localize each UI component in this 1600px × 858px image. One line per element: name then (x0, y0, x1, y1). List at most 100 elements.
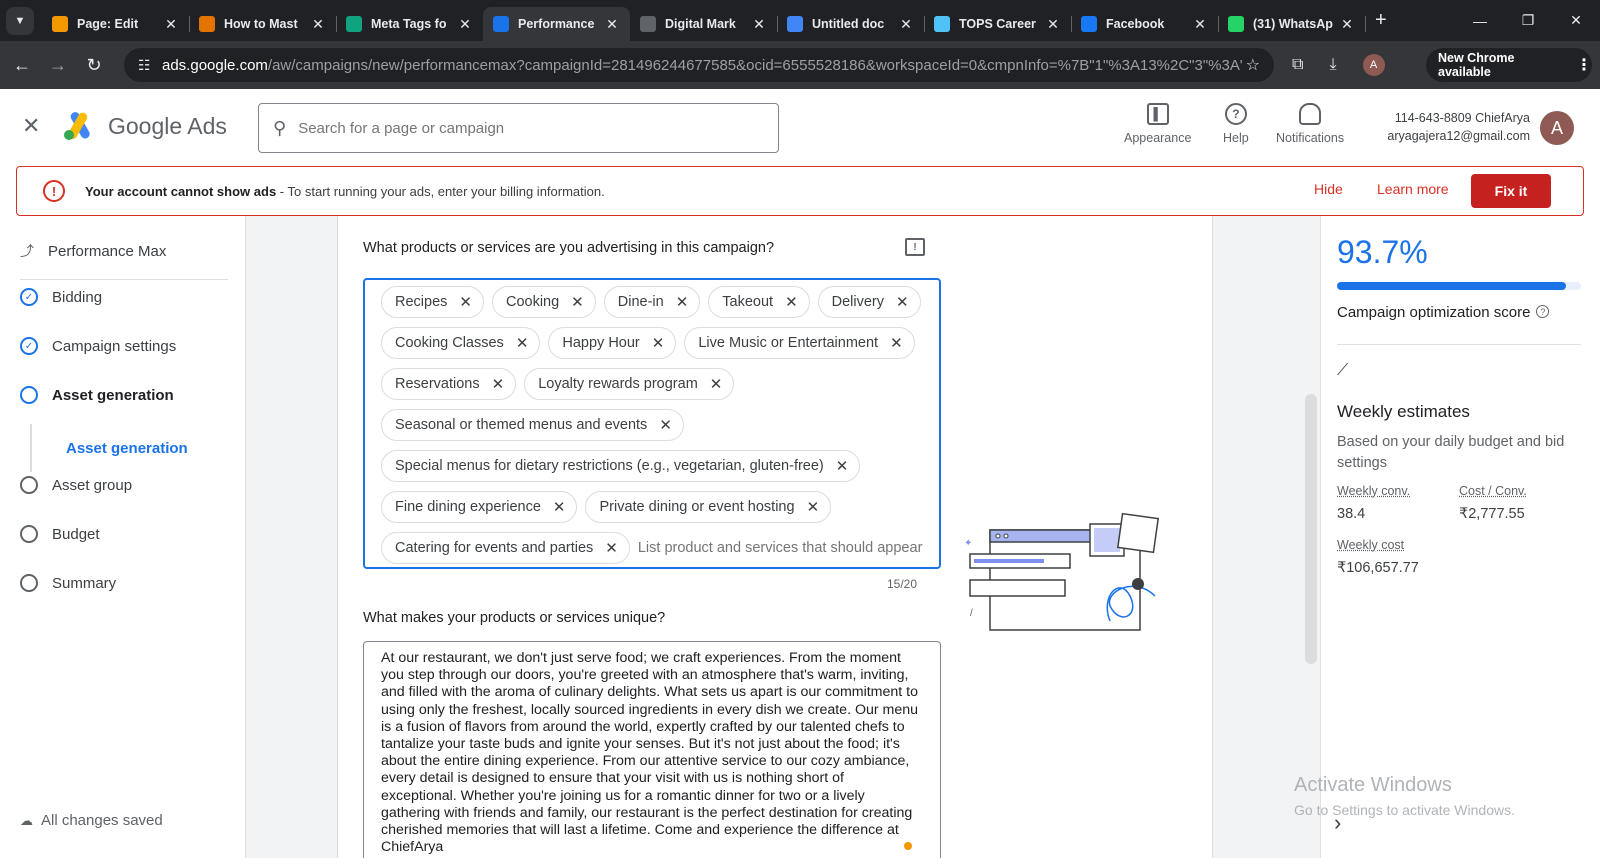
feedback-icon[interactable]: ! (905, 238, 925, 256)
campaign-type[interactable]: ⤴ Performance Max (20, 241, 166, 261)
restore-button[interactable]: ❐ (1504, 0, 1552, 41)
content-scrollbar[interactable] (1305, 394, 1317, 664)
chrome-update-button[interactable]: New Chrome available ⋮ (1426, 48, 1592, 82)
browser-tab[interactable]: Page: Edit ✕ (42, 7, 190, 41)
download-icon[interactable]: ⤓ (1329, 56, 1336, 74)
forward-button[interactable]: → (40, 55, 76, 76)
product-chip[interactable]: Cooking Classes ✕ (381, 327, 541, 359)
remove-chip-icon[interactable]: ✕ (459, 293, 472, 311)
account-info[interactable]: 114-643-8809 ChiefArya aryagajera12@gmai… (1380, 109, 1530, 145)
search-input[interactable] (298, 119, 739, 137)
help-button[interactable]: ? Help (1223, 103, 1249, 145)
product-chip[interactable]: Reservations ✕ (381, 368, 517, 400)
remove-chip-icon[interactable]: ✕ (710, 375, 723, 393)
browser-tab[interactable]: (31) WhatsAp ✕ (1218, 7, 1366, 41)
browser-tab[interactable]: Facebook ✕ (1071, 7, 1219, 41)
fix-it-button[interactable]: Fix it (1471, 174, 1551, 208)
browser-tab[interactable]: Digital Mark ✕ (630, 7, 778, 41)
products-chip-input[interactable]: Recipes ✕ Cooking ✕ Dine-in ✕ Takeout ✕ Delivery… (363, 278, 941, 569)
remove-chip-icon[interactable]: ✕ (896, 293, 909, 311)
close-tab-icon[interactable]: ✕ (1339, 16, 1355, 33)
hide-button[interactable]: Hide (1314, 181, 1343, 197)
product-chip[interactable]: Seasonal or themed menus and events ✕ (381, 409, 684, 441)
remove-chip-icon[interactable]: ✕ (492, 375, 505, 393)
weekly-cost-label[interactable]: Weekly cost (1337, 538, 1404, 552)
chevron-right-icon[interactable]: › (1334, 810, 1341, 836)
close-icon[interactable]: ✕ (22, 113, 40, 139)
nav-step-summary[interactable]: Summary (20, 574, 116, 592)
minimize-button[interactable]: — (1456, 0, 1504, 41)
tab-search-button[interactable]: ▼ (6, 6, 34, 35)
product-chip[interactable]: Takeout ✕ (708, 286, 810, 318)
remove-chip-icon[interactable]: ✕ (807, 498, 820, 516)
product-chip[interactable]: Live Music or Entertainment ✕ (684, 327, 915, 359)
extensions-icon[interactable]: ⧉ (1292, 56, 1303, 74)
notifications-button[interactable]: Notifications (1276, 103, 1344, 145)
nav-step-campaign-settings[interactable]: ✓ Campaign settings (20, 337, 176, 355)
back-button[interactable]: ← (4, 55, 40, 76)
nav-sub-step-asset-generation[interactable]: Asset generation (66, 440, 188, 457)
account-avatar[interactable]: A (1540, 111, 1574, 145)
product-chip[interactable]: Private dining or event hosting ✕ (585, 491, 832, 523)
remove-chip-icon[interactable]: ✕ (553, 498, 566, 516)
product-entry-input[interactable] (637, 532, 938, 564)
new-tab-button[interactable]: + (1375, 9, 1387, 32)
close-tab-icon[interactable]: ✕ (751, 16, 767, 33)
appearance-button[interactable]: ▌ Appearance (1124, 103, 1191, 145)
product-chip[interactable]: Dine-in ✕ (603, 286, 701, 318)
close-tab-icon[interactable]: ✕ (163, 16, 179, 33)
bookmark-star-icon[interactable]: ☆ (1246, 55, 1260, 75)
nav-step-budget[interactable]: Budget (20, 525, 100, 543)
close-tab-icon[interactable]: ✕ (1192, 16, 1208, 33)
product-chip[interactable]: Cooking ✕ (491, 286, 596, 318)
browser-tab[interactable]: Untitled doc ✕ (777, 7, 925, 41)
remove-chip-icon[interactable]: ✕ (785, 293, 798, 311)
profile-avatar[interactable]: A (1362, 54, 1385, 76)
close-tab-icon[interactable]: ✕ (310, 16, 326, 33)
product-chip[interactable]: Delivery ✕ (817, 286, 921, 318)
chip-label: Seasonal or themed menus and events (395, 417, 648, 433)
remove-chip-icon[interactable]: ✕ (890, 334, 903, 352)
chatgpt-icon (346, 16, 362, 32)
product-chip[interactable]: Fine dining experience ✕ (381, 491, 578, 523)
weekly-conv-label[interactable]: Weekly conv. (1337, 484, 1410, 498)
browser-tab[interactable]: Performance ✕ (483, 7, 630, 41)
nav-step-bidding[interactable]: ✓ Bidding (20, 288, 102, 306)
close-tab-icon[interactable]: ✕ (604, 16, 620, 33)
campaign-steps-nav: ⤴ Performance Max ✓ Bidding ✓ Campaign sett… (0, 216, 246, 858)
page-search-box[interactable]: ⚲ (258, 103, 779, 153)
unique-description-textarea[interactable]: At our restaurant, we don't just serve f… (363, 641, 941, 858)
product-chip[interactable]: Catering for events and parties ✕ (381, 532, 630, 564)
nav-step-asset-generation[interactable]: Asset generation (20, 386, 174, 404)
learn-more-link[interactable]: Learn more (1377, 181, 1449, 197)
cost-conv-label[interactable]: Cost / Conv. (1459, 484, 1527, 498)
nav-divider (20, 279, 228, 280)
close-tab-icon[interactable]: ✕ (898, 16, 914, 33)
grammar-indicator-icon[interactable] (904, 842, 912, 850)
product-chip[interactable]: Special menus for dietary restrictions (… (381, 450, 861, 482)
browser-tab[interactable]: TOPS Career ✕ (924, 7, 1072, 41)
reload-button[interactable]: ↻ (76, 55, 112, 76)
remove-chip-icon[interactable]: ✕ (659, 416, 672, 434)
product-chip[interactable]: Loyalty rewards program ✕ (524, 368, 735, 400)
site-settings-icon[interactable]: ☷ (138, 57, 162, 74)
remove-chip-icon[interactable]: ✕ (836, 457, 849, 475)
url-text[interactable]: ads.google.com/aw/campaigns/new/performa… (162, 57, 1242, 74)
close-tab-icon[interactable]: ✕ (1045, 16, 1061, 33)
close-window-button[interactable]: ✕ (1552, 0, 1600, 41)
remove-chip-icon[interactable]: ✕ (676, 293, 689, 311)
remove-chip-icon[interactable]: ✕ (605, 539, 618, 557)
remove-chip-icon[interactable]: ✕ (571, 293, 584, 311)
close-tab-icon[interactable]: ✕ (457, 16, 473, 33)
address-bar[interactable]: ☷ ads.google.com/aw/campaigns/new/perfor… (124, 48, 1274, 82)
nav-step-asset-group[interactable]: Asset group (20, 476, 132, 494)
product-chip[interactable]: Happy Hour ✕ (548, 327, 677, 359)
remove-chip-icon[interactable]: ✕ (516, 334, 529, 352)
optimization-score-label: Campaign optimization score? (1337, 304, 1550, 321)
info-icon[interactable]: ? (1536, 305, 1550, 318)
remove-chip-icon[interactable]: ✕ (652, 334, 665, 352)
browser-tab[interactable]: Meta Tags fo ✕ (336, 7, 483, 41)
kebab-menu-icon[interactable]: ⋮ (1576, 55, 1592, 75)
browser-tab[interactable]: How to Mast ✕ (189, 7, 337, 41)
product-chip[interactable]: Recipes ✕ (381, 286, 484, 318)
